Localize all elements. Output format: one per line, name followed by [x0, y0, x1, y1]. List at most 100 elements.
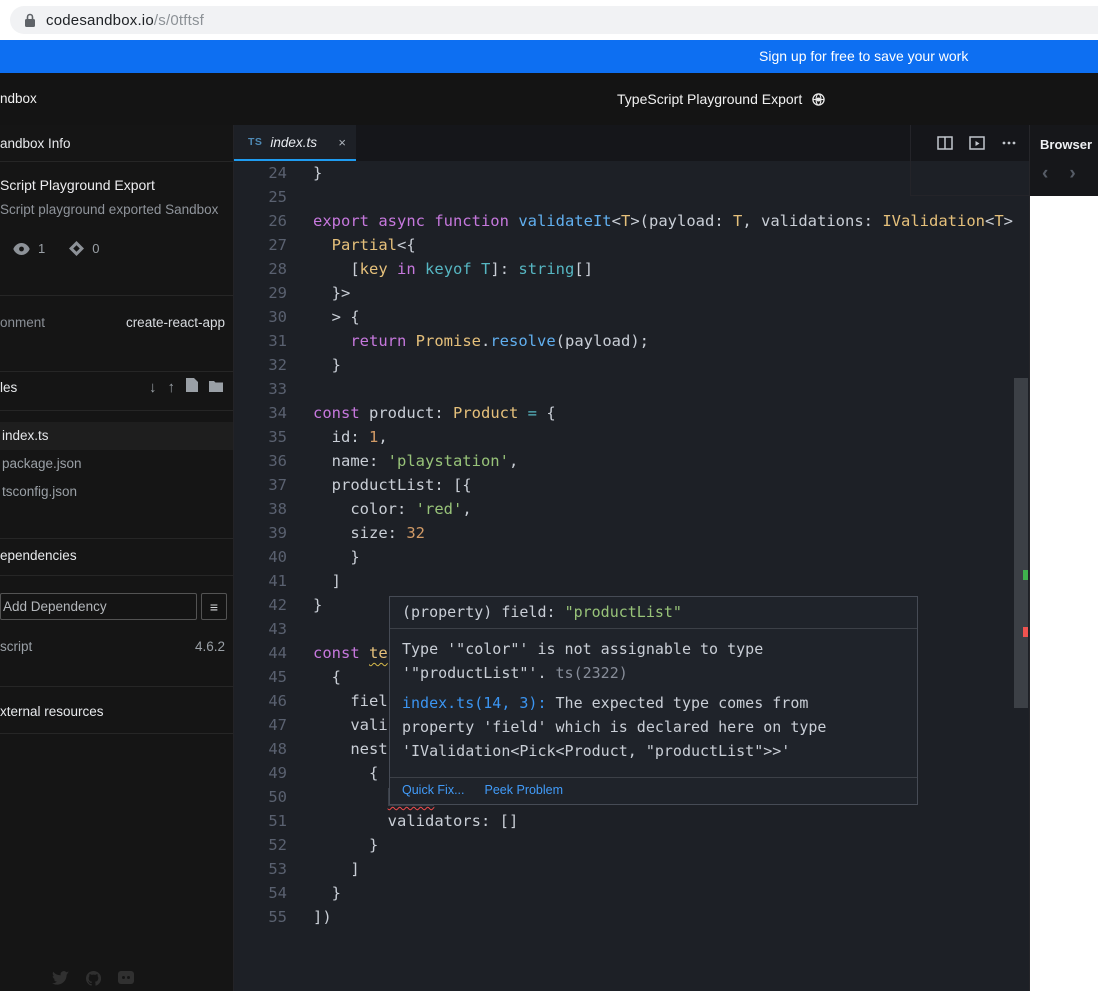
line-number: 42 [268, 596, 287, 614]
logo-text[interactable]: ndbox [0, 91, 37, 106]
new-folder-icon[interactable] [209, 379, 223, 397]
code-token: ] [313, 572, 341, 590]
code-line[interactable]: 31 return Promise.resolve(payload); [234, 329, 1029, 353]
code-token: (property) field: [402, 603, 565, 621]
preview-window-icon[interactable] [969, 135, 985, 151]
code-token: , [378, 428, 388, 446]
browser-top-bar: codesandbox.io/s/0tftsf [0, 0, 1098, 40]
discord-icon[interactable] [118, 971, 134, 984]
new-file-icon[interactable] [186, 378, 198, 397]
line-number: 46 [268, 692, 287, 710]
code-token: ]) [313, 908, 332, 926]
code-line[interactable]: 55]) [234, 905, 1029, 929]
code-token: productList: [{ [313, 476, 472, 494]
code-line[interactable]: 37 productList: [{ [234, 473, 1029, 497]
signup-banner-link[interactable]: Sign up for free to save your work [759, 48, 968, 64]
tooltip-paragraph: Type '"color"' is not assignable to type… [402, 637, 905, 685]
code-line[interactable]: 51 validators: [] [234, 809, 1029, 833]
code-line[interactable]: 29 }> [234, 281, 1029, 305]
file-item[interactable]: package.json [0, 450, 233, 478]
file-item[interactable]: tsconfig.json [0, 478, 233, 506]
code-token: } [313, 164, 323, 182]
code-line[interactable]: 41 ] [234, 569, 1029, 593]
line-number: 44 [268, 644, 287, 662]
download-icon[interactable]: ↓ [149, 379, 157, 397]
preview-header: Browser ‹ › [1030, 125, 1098, 196]
code-line[interactable]: 40 } [234, 545, 1029, 569]
code-area[interactable]: 24} 25 26 export async function validateIt<… [234, 161, 1029, 991]
code-token: [] [574, 260, 594, 278]
line-number: 40 [268, 548, 287, 566]
code-line[interactable]: 54 } [234, 881, 1029, 905]
url-bar[interactable]: codesandbox.io/s/0tftsf [10, 6, 1098, 34]
dependency-item[interactable]: script 4.6.2 [0, 635, 225, 659]
twitter-icon[interactable] [52, 971, 69, 985]
code-token: (payload); [555, 332, 649, 350]
code-line[interactable]: 34 const product: Product = { [234, 401, 1029, 425]
line-number: 52 [268, 836, 287, 854]
code-line[interactable]: 35 id: 1, [234, 425, 1029, 449]
dependency-list: script 4.6.2 [0, 635, 225, 659]
code-line[interactable]: 30 > { [234, 305, 1029, 329]
code-token: product: [359, 404, 453, 422]
line-number: 36 [268, 452, 287, 470]
code-token: name: [313, 452, 388, 470]
line-number: 45 [268, 668, 287, 686]
dependency-menu-button[interactable]: ≡ [201, 593, 227, 620]
code-token: const [313, 404, 360, 422]
line-number: 50 [268, 788, 287, 806]
code-token: T [994, 212, 1004, 230]
code-token: resolve [490, 332, 556, 350]
line-number: 53 [268, 860, 287, 878]
code-token: "productList" [564, 603, 682, 621]
tooltip-file-link[interactable]: index.ts(14, 3): [402, 694, 547, 712]
code-line[interactable]: 33 [234, 377, 1029, 401]
menu-icon: ≡ [209, 598, 219, 615]
forward-icon[interactable]: › [1069, 163, 1075, 185]
code-line[interactable]: 25 [234, 185, 1029, 209]
tab-index-ts[interactable]: TS index.ts × [234, 125, 356, 161]
code-line[interactable]: 36 name: 'playstation', [234, 449, 1029, 473]
peek-problem-link[interactable]: Peek Problem [485, 783, 564, 797]
more-options-icon[interactable] [1001, 135, 1017, 151]
line-number: 26 [268, 212, 287, 230]
sidebar-section-sandbox-info: andbox Info [0, 125, 233, 162]
code-line[interactable]: 53 ] [234, 857, 1029, 881]
sidebar-section-files: les [0, 380, 18, 395]
project-stats: 1 0 [13, 241, 99, 256]
code-line[interactable]: 24} [234, 161, 1029, 185]
code-line[interactable]: 52 } [234, 833, 1029, 857]
line-number: 34 [268, 404, 287, 422]
line-number: 37 [268, 476, 287, 494]
signup-banner: Sign up for free to save your work [0, 40, 1098, 73]
file-item[interactable]: index.ts [0, 422, 233, 450]
code-line[interactable]: 27 Partial<{ [234, 233, 1029, 257]
forks-icon [69, 241, 85, 256]
sandbox-title[interactable]: TypeScript Playground Export [617, 91, 802, 107]
code-token: ]: [490, 260, 519, 278]
close-tab-icon[interactable]: × [338, 135, 346, 150]
quick-fix-link[interactable]: Quick Fix... [402, 783, 465, 797]
editor-scrollbar-thumb[interactable] [1014, 378, 1028, 708]
split-view-icon[interactable] [937, 135, 953, 151]
code-line[interactable]: 39 size: 32 [234, 521, 1029, 545]
code-lines: 24} 25 26 export async function validateIt<… [234, 161, 1029, 929]
line-number: 32 [268, 356, 287, 374]
code-token: size: [313, 524, 407, 542]
code-token: color: [313, 500, 416, 518]
code-token: export async function [313, 212, 519, 230]
code-line[interactable]: 28 [key in keyof T]: string[] [234, 257, 1029, 281]
code-line[interactable]: 32 } [234, 353, 1029, 377]
github-icon[interactable] [86, 971, 101, 986]
code-token: } [313, 356, 341, 374]
code-line[interactable]: 26 export async function validateIt<T>(pa… [234, 209, 1029, 233]
add-dependency-input[interactable] [0, 593, 197, 620]
upload-icon[interactable]: ↑ [168, 379, 176, 397]
sidebar: andbox Info Script Playground Export Scr… [0, 125, 234, 991]
line-number: 28 [268, 260, 287, 278]
code-line[interactable]: 38 color: 'red', [234, 497, 1029, 521]
back-icon[interactable]: ‹ [1042, 163, 1048, 185]
code-token: T [733, 212, 743, 230]
